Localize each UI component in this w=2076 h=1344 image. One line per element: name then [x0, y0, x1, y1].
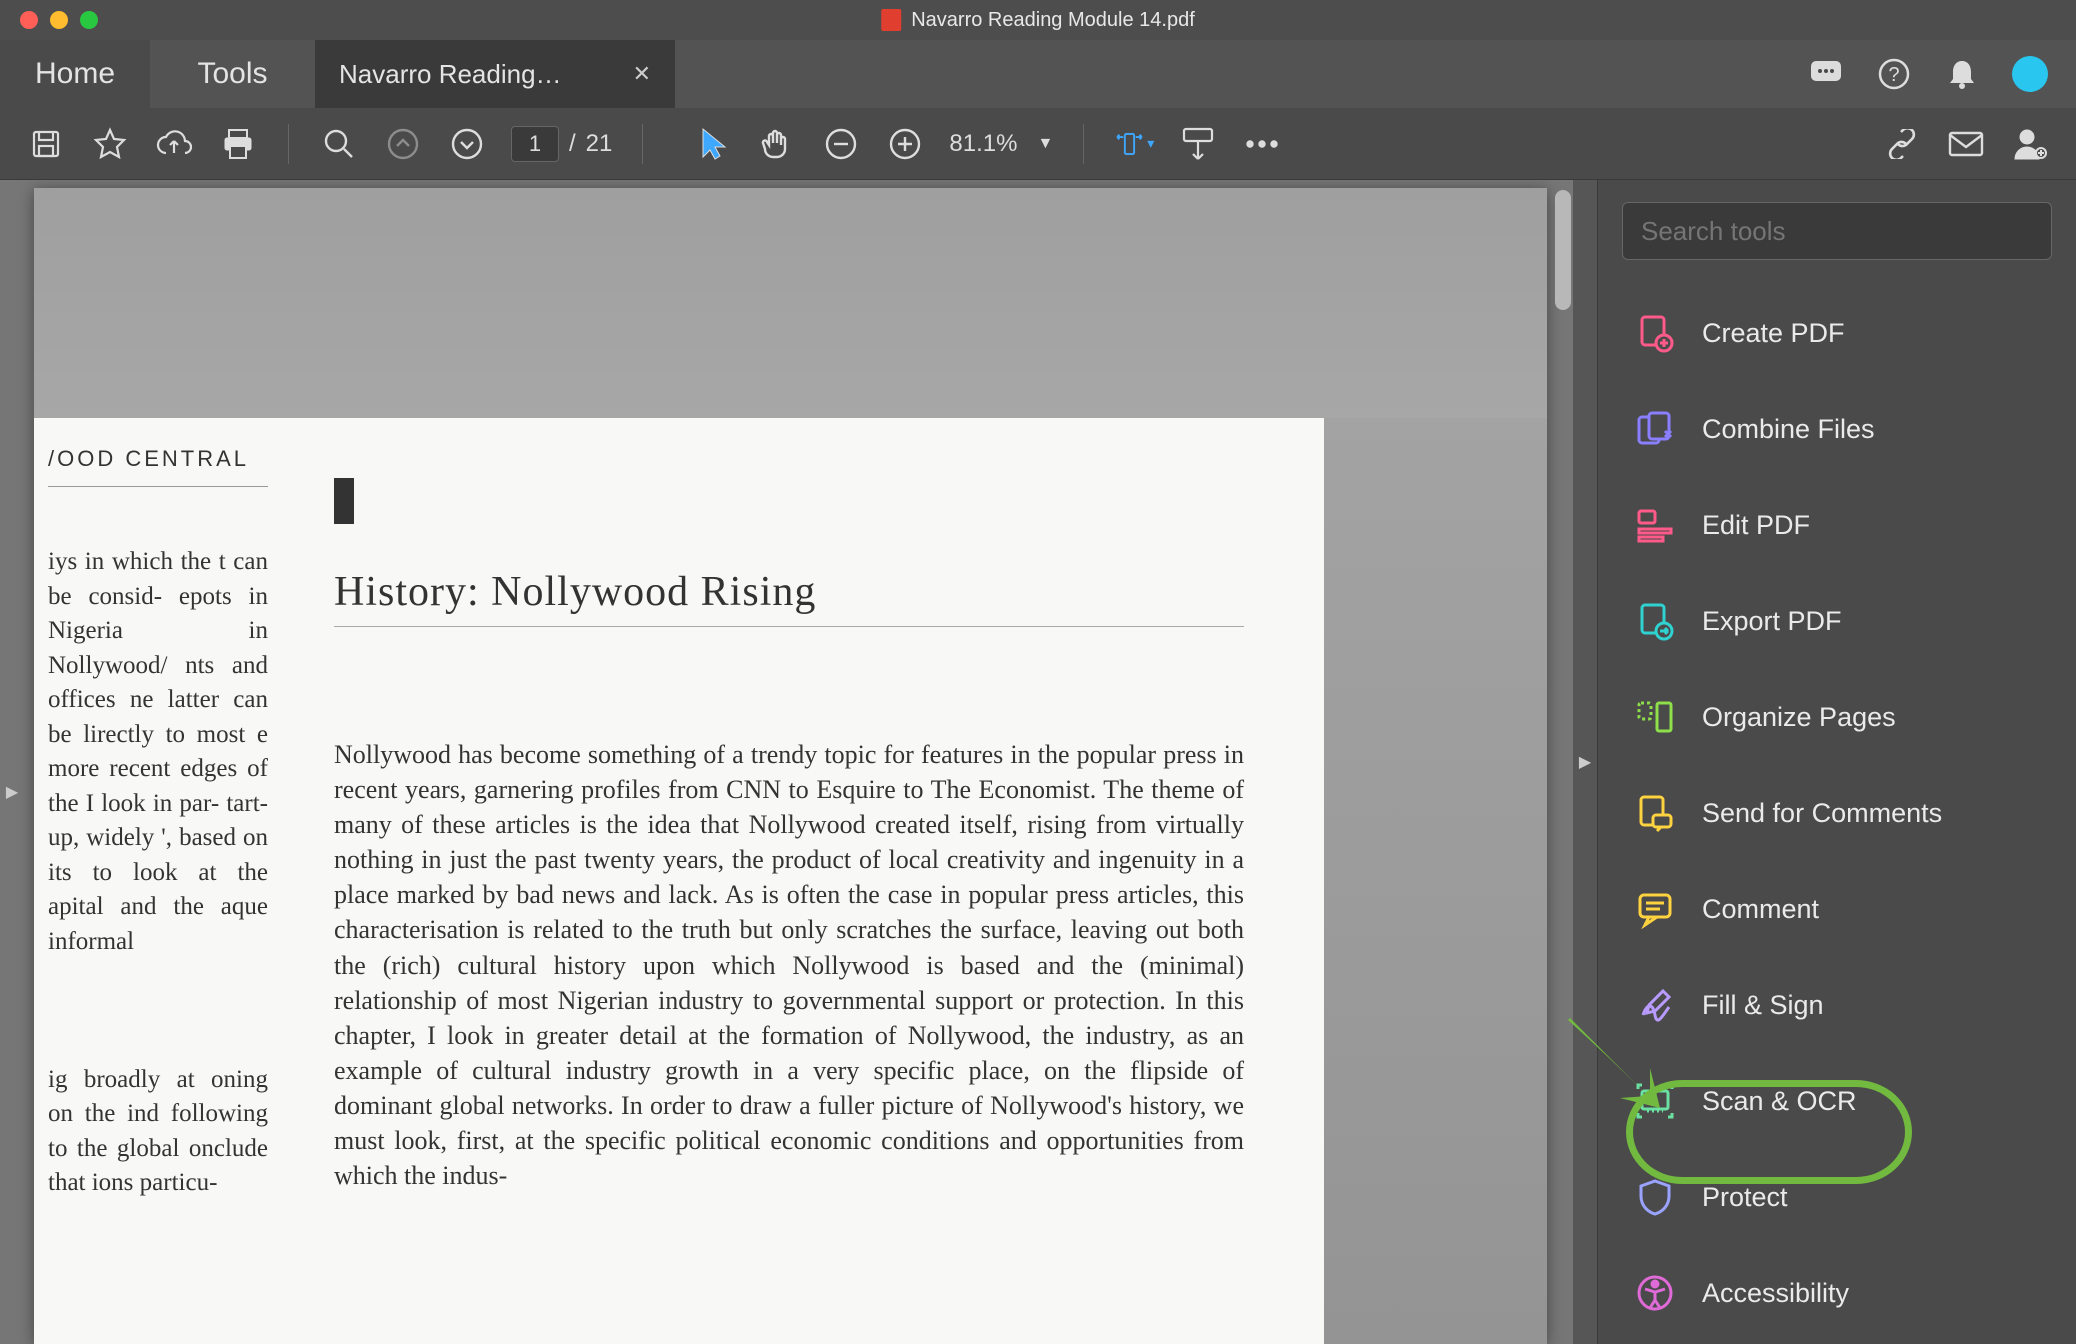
tab-bar: Home Tools Navarro Reading… ✕ ?	[0, 40, 2076, 108]
left-panel-toggle[interactable]: ▶	[0, 762, 24, 822]
page-total: 21	[586, 130, 613, 158]
tool-comment[interactable]: Comment	[1608, 866, 2066, 952]
annotation-highlight-oval	[1626, 1080, 1912, 1184]
tool-export-pdf[interactable]: Export PDF	[1608, 578, 2066, 664]
tool-edit-pdf[interactable]: Edit PDF	[1608, 482, 2066, 568]
tool-label: Fill & Sign	[1702, 990, 1824, 1021]
tab-close-icon[interactable]: ✕	[633, 61, 651, 87]
search-tools[interactable]	[1622, 202, 2052, 260]
tool-create-pdf[interactable]: Create PDF	[1608, 290, 2066, 376]
toolbar: / 21 81.1% ▼ ▾	[0, 108, 2076, 180]
accessibility-icon	[1634, 1272, 1676, 1314]
page-down-icon[interactable]	[447, 124, 487, 164]
scrollbar[interactable]	[1555, 190, 1571, 310]
zoom-dropdown-icon[interactable]: ▼	[1037, 135, 1053, 153]
chat-icon[interactable]	[1808, 56, 1844, 92]
svg-text:?: ?	[1888, 64, 1899, 86]
tool-label: Comment	[1702, 894, 1819, 925]
fit-width-icon[interactable]: ▾	[1114, 124, 1154, 164]
zoom-out-icon[interactable]	[821, 124, 861, 164]
close-window[interactable]	[20, 11, 38, 29]
chapter-title: History: Nollywood Rising	[334, 568, 1244, 616]
select-tool-icon[interactable]	[693, 124, 733, 164]
edit-pdf-icon	[1634, 504, 1676, 546]
tool-send-for-comments[interactable]: Send for Comments	[1608, 770, 2066, 856]
body-text: Nollywood has become something of a tren…	[334, 737, 1244, 1193]
send-comments-icon	[1634, 792, 1676, 834]
cloud-upload-icon[interactable]	[154, 124, 194, 164]
share-user-icon[interactable]	[2010, 124, 2050, 164]
running-head: /OOD CENTRAL	[48, 446, 268, 472]
tool-label: Export PDF	[1702, 606, 1842, 637]
chapter-mark	[334, 478, 354, 524]
organize-pages-icon	[1634, 696, 1676, 738]
tool-label: Create PDF	[1702, 318, 1845, 349]
search-input[interactable]	[1641, 216, 2033, 247]
help-icon[interactable]: ?	[1876, 56, 1912, 92]
save-icon[interactable]	[26, 124, 66, 164]
tab-document-label: Navarro Reading…	[339, 59, 562, 90]
zoom-window[interactable]	[80, 11, 98, 29]
create-pdf-icon	[1634, 312, 1676, 354]
zoom-in-icon[interactable]	[885, 124, 925, 164]
page-slash: /	[569, 130, 576, 158]
bell-icon[interactable]	[1944, 56, 1980, 92]
minimize-window[interactable]	[50, 11, 68, 29]
combine-files-icon	[1634, 408, 1676, 450]
tool-combine-files[interactable]: Combine Files	[1608, 386, 2066, 472]
hand-tool-icon[interactable]	[757, 124, 797, 164]
tool-label: Accessibility	[1702, 1278, 1849, 1309]
tool-label: Edit PDF	[1702, 510, 1810, 541]
right-panel-toggle[interactable]: ▶	[1573, 180, 1597, 1344]
more-tools-icon[interactable]	[1242, 124, 1282, 164]
zoom-level: 81.1%	[949, 130, 1017, 158]
page-up-icon[interactable]	[383, 124, 423, 164]
window-title: Navarro Reading Module 14.pdf	[911, 9, 1195, 32]
link-icon[interactable]	[1882, 124, 1922, 164]
page-number-input[interactable]	[511, 126, 559, 162]
left-page-fragment: iys in which the t can be consid- epots …	[48, 545, 268, 1201]
tool-accessibility[interactable]: Accessibility	[1608, 1250, 2066, 1336]
tab-document[interactable]: Navarro Reading… ✕	[315, 40, 675, 108]
page-display-icon[interactable]	[1178, 124, 1218, 164]
star-icon[interactable]	[90, 124, 130, 164]
tool-label: Organize Pages	[1702, 702, 1896, 733]
tab-tools[interactable]: Tools	[150, 40, 315, 108]
document-page: /OOD CENTRAL iys in which the t can be c…	[34, 188, 1547, 1344]
tab-home[interactable]: Home	[0, 40, 150, 108]
export-pdf-icon	[1634, 600, 1676, 642]
user-avatar[interactable]	[2012, 56, 2048, 92]
tool-organize-pages[interactable]: Organize Pages	[1608, 674, 2066, 760]
document-viewer[interactable]: ▶ /OOD CENTRAL iys in which the t can be…	[0, 180, 1573, 1344]
print-icon[interactable]	[218, 124, 258, 164]
pdf-icon	[881, 9, 901, 31]
comment-tool-icon	[1634, 888, 1676, 930]
email-icon[interactable]	[1946, 124, 1986, 164]
tool-label: Protect	[1702, 1182, 1788, 1213]
tool-label: Send for Comments	[1702, 798, 1942, 829]
window-titlebar: Navarro Reading Module 14.pdf	[0, 0, 2076, 40]
tool-label: Combine Files	[1702, 414, 1875, 445]
find-icon[interactable]	[319, 124, 359, 164]
